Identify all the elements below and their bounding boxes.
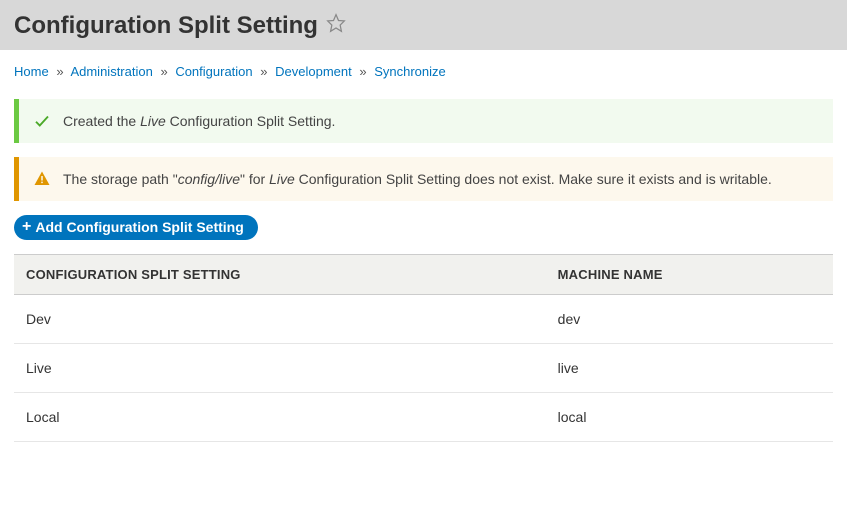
add-button-label: Add Configuration Split Setting	[35, 219, 243, 235]
cell-machine: live	[546, 344, 833, 393]
page-header: Configuration Split Setting	[0, 0, 847, 50]
add-configuration-split-button[interactable]: + Add Configuration Split Setting	[14, 215, 258, 240]
breadcrumb-link-configuration[interactable]: Configuration	[175, 64, 252, 79]
plus-icon: +	[22, 219, 31, 235]
config-split-table: Configuration Split Setting Machine Name…	[14, 254, 833, 442]
warning-text-name: Live	[269, 171, 295, 187]
cell-name: Local	[14, 393, 546, 442]
page-title-row: Configuration Split Setting	[14, 12, 833, 40]
breadcrumb-link-administration[interactable]: Administration	[70, 64, 152, 79]
breadcrumb-link-home[interactable]: Home	[14, 64, 49, 79]
table-header-row: Configuration Split Setting Machine Name	[14, 255, 833, 295]
success-text-suffix: Configuration Split Setting.	[166, 113, 336, 129]
table-row[interactable]: Live live	[14, 344, 833, 393]
table-row[interactable]: Dev dev	[14, 295, 833, 344]
cell-name: Live	[14, 344, 546, 393]
star-outline-icon[interactable]	[326, 12, 346, 40]
warning-text-path: config/live	[178, 171, 240, 187]
cell-machine: dev	[546, 295, 833, 344]
breadcrumb: Home » Administration » Configuration » …	[0, 50, 847, 85]
warning-text-mid: " for	[240, 171, 269, 187]
status-message-warning: The storage path "config/live" for Live …	[14, 157, 833, 201]
breadcrumb-link-development[interactable]: Development	[275, 64, 352, 79]
breadcrumb-link-synchronize[interactable]: Synchronize	[374, 64, 446, 79]
warning-text-suffix: Configuration Split Setting does not exi…	[295, 171, 772, 187]
breadcrumb-separator: »	[52, 64, 67, 79]
breadcrumb-separator: »	[355, 64, 370, 79]
page-title: Configuration Split Setting	[14, 12, 318, 40]
table-row[interactable]: Local local	[14, 393, 833, 442]
breadcrumb-separator: »	[156, 64, 171, 79]
status-message-success: Created the Live Configuration Split Set…	[14, 99, 833, 143]
col-header-name: Configuration Split Setting	[14, 255, 546, 295]
warning-triangle-icon	[33, 170, 51, 188]
success-text-prefix: Created the	[63, 113, 140, 129]
cell-machine: local	[546, 393, 833, 442]
cell-name: Dev	[14, 295, 546, 344]
breadcrumb-separator: »	[256, 64, 271, 79]
warning-text-prefix: The storage path "	[63, 171, 178, 187]
check-icon	[33, 112, 51, 130]
success-text-em: Live	[140, 113, 166, 129]
col-header-machine: Machine Name	[546, 255, 833, 295]
main-content: Created the Live Configuration Split Set…	[0, 85, 847, 456]
